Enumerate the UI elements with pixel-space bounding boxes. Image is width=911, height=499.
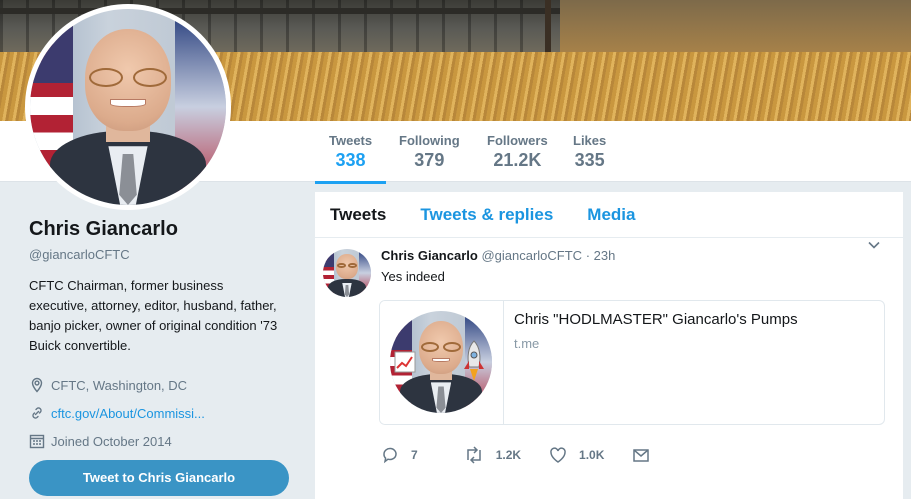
- stat-followers-label: Followers: [487, 133, 548, 148]
- profile-location-text: CFTC, Washington, DC: [51, 377, 188, 393]
- stat-tweets[interactable]: Tweets 338: [314, 133, 387, 184]
- tweet-actions: 7 1.2K 1.0K: [381, 445, 690, 465]
- chart-emoji-icon: [394, 351, 416, 373]
- tweet-separator: ·: [585, 248, 591, 263]
- profile-name[interactable]: Chris Giancarlo: [29, 218, 291, 241]
- profile-joined: Joined October 2014: [29, 427, 291, 455]
- tweet[interactable]: Chris Giancarlo @giancarloCFTC · 23h Yes…: [315, 192, 903, 499]
- avatar-photo: [30, 9, 226, 205]
- banner-haze: [560, 0, 911, 52]
- stat-likes[interactable]: Likes 335: [573, 133, 606, 171]
- stat-following-label: Following: [399, 133, 460, 148]
- profile-card: Chris Giancarlo @giancarloCFTC CFTC Chai…: [29, 218, 291, 455]
- retweet-icon: [466, 446, 481, 464]
- profile-bio: CFTC Chairman, former business executive…: [29, 278, 278, 353]
- stat-likes-label: Likes: [573, 133, 607, 148]
- location-pin-icon: [31, 377, 43, 393]
- stat-following-value: 379: [414, 150, 445, 170]
- profile-website[interactable]: cftc.gov/About/Commissi...: [29, 399, 291, 427]
- like-count: 1.0K: [579, 448, 605, 462]
- profile-meta: CFTC, Washington, DC cftc.gov/About/Comm…: [29, 371, 291, 455]
- tweet-to-button[interactable]: Tweet to Chris Giancarlo: [29, 460, 289, 496]
- direct-message-button[interactable]: [632, 446, 662, 464]
- calendar-icon: [29, 434, 45, 449]
- tweet-timestamp[interactable]: 23h: [594, 248, 616, 263]
- stat-followers-value: 21.2K: [493, 150, 542, 170]
- link-card-title[interactable]: Chris "HODLMASTER" Giancarlo's Pumps: [514, 311, 798, 328]
- stat-following[interactable]: Following 379: [399, 133, 460, 171]
- reply-button[interactable]: 7: [381, 446, 418, 464]
- link-card-image: [380, 301, 504, 424]
- profile-joined-text: Joined October 2014: [51, 433, 172, 449]
- tweet-text: Yes indeed: [381, 269, 445, 284]
- profile-handle[interactable]: @giancarloCFTC: [29, 247, 291, 262]
- heart-icon: [550, 447, 566, 463]
- stat-likes-value: 335: [574, 150, 605, 170]
- stat-tweets-label: Tweets: [329, 133, 373, 148]
- like-button[interactable]: 1.0K: [549, 446, 604, 464]
- tweet-header: Chris Giancarlo @giancarloCFTC · 23h: [381, 248, 615, 263]
- link-card[interactable]: Chris "HODLMASTER" Giancarlo's Pumps t.m…: [379, 300, 885, 425]
- retweet-count: 1.2K: [495, 448, 522, 462]
- envelope-icon: [633, 449, 650, 462]
- tweet-avatar[interactable]: [323, 249, 371, 297]
- tweet-author-handle[interactable]: @giancarloCFTC: [481, 248, 582, 263]
- chevron-down-icon[interactable]: [867, 238, 881, 252]
- tweet-author-name[interactable]: Chris Giancarlo: [381, 248, 478, 263]
- retweet-button[interactable]: 1.2K: [464, 446, 521, 464]
- profile-website-link[interactable]: cftc.gov/About/Commissi...: [51, 406, 205, 421]
- reply-icon: [383, 447, 397, 464]
- profile-avatar[interactable]: [25, 4, 231, 210]
- stat-followers[interactable]: Followers 21.2K: [487, 133, 548, 171]
- rocket-emoji-icon: [464, 340, 484, 381]
- reply-count: 7: [411, 448, 418, 462]
- stat-tweets-value: 338: [335, 150, 366, 170]
- link-card-domain: t.me: [514, 336, 540, 351]
- link-icon: [32, 407, 42, 419]
- profile-location: CFTC, Washington, DC: [29, 371, 291, 399]
